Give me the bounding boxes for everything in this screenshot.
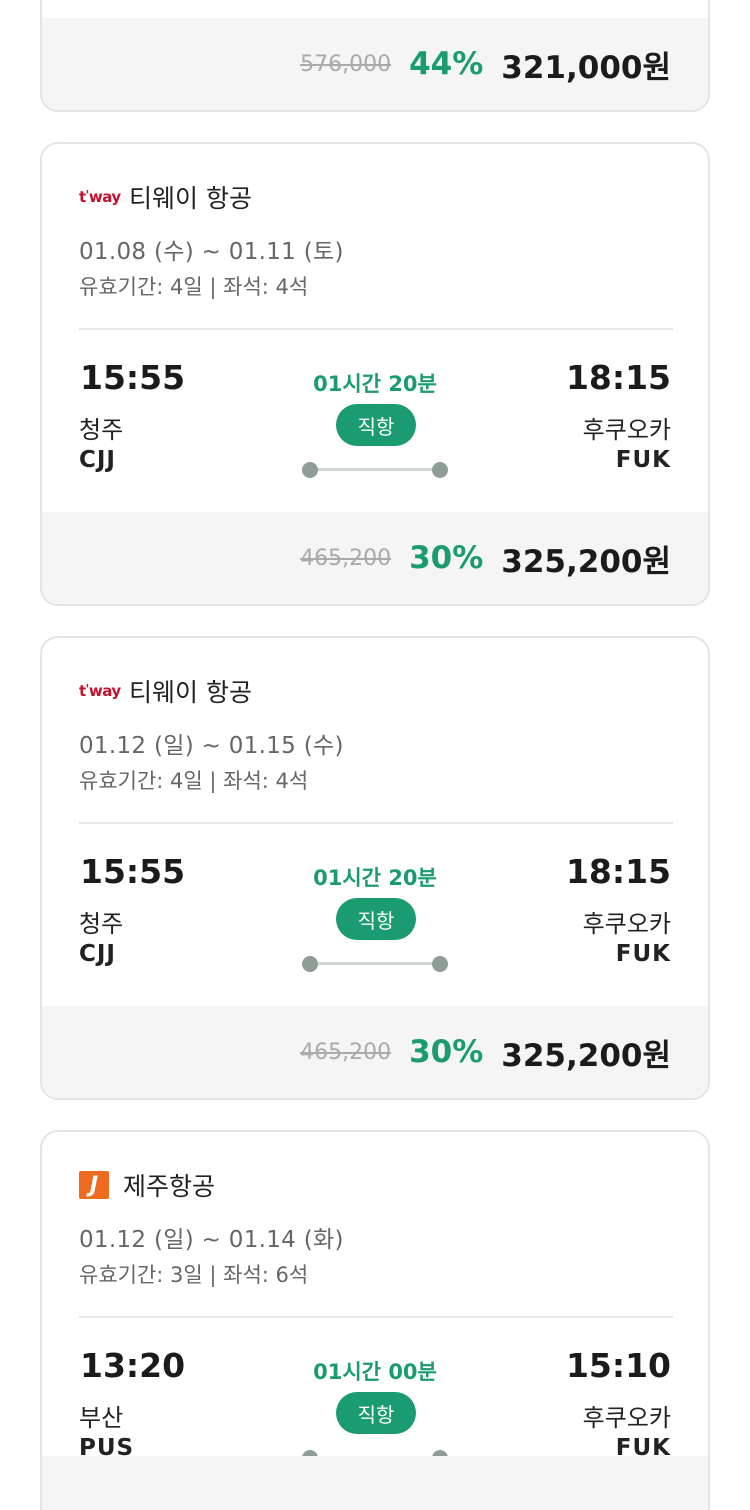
arrival-code: FUK — [615, 447, 671, 473]
airline-header: J 제주항공 — [79, 1168, 215, 1202]
price-bar: 465,200 30% 325,200원 — [42, 512, 708, 604]
sale-price: 325,200원 — [501, 1037, 671, 1074]
original-price: 465,200 — [300, 1039, 392, 1065]
direct-badge: 직항 — [336, 898, 416, 940]
validity-seats: 유효기간: 4일 | 좌석: 4석 — [79, 275, 309, 299]
price-bar — [42, 1456, 708, 1510]
departure-city: 부산 — [79, 1404, 124, 1432]
divider — [79, 1316, 673, 1318]
price-bar: 465,200 30% 325,200원 — [42, 1006, 708, 1098]
departure-city: 청주 — [79, 910, 124, 938]
tway-logo-icon: t'way — [79, 682, 121, 700]
route-end-dot — [432, 462, 448, 478]
sale-price: 321,000원 — [501, 49, 671, 86]
route-line — [310, 468, 440, 471]
discount-rate: 30% — [409, 1034, 484, 1070]
arrival-city: 후쿠오카 — [582, 416, 671, 444]
route-end-dot — [432, 956, 448, 972]
route-line — [310, 962, 440, 965]
travel-dates: 01.12 (일) ~ 01.15 (수) — [79, 733, 344, 759]
discount-rate: 44% — [409, 46, 484, 82]
airline-name: 티웨이 항공 — [129, 678, 252, 707]
route-start-dot — [302, 462, 318, 478]
route-start-dot — [302, 956, 318, 972]
arrival-city: 후쿠오카 — [582, 910, 671, 938]
arrival-city: 후쿠오카 — [582, 1404, 671, 1432]
tway-logo-icon: t'way — [79, 188, 121, 206]
original-price: 576,000 — [300, 51, 392, 77]
airline-name: 제주항공 — [123, 1172, 216, 1201]
airline-header: t'way 티웨이 항공 — [79, 180, 252, 214]
arrival-code: FUK — [615, 941, 671, 967]
divider — [79, 822, 673, 824]
divider — [79, 328, 673, 330]
departure-city: 청주 — [79, 416, 124, 444]
flight-card[interactable]: t'way 티웨이 항공 01.08 (수) ~ 01.11 (토) 유효기간:… — [40, 142, 710, 606]
discount-rate: 30% — [409, 540, 484, 576]
direct-badge: 직항 — [336, 1392, 416, 1434]
original-price: 465,200 — [300, 545, 392, 571]
flight-card[interactable]: t'way 티웨이 항공 01.12 (일) ~ 01.15 (수) 유효기간:… — [40, 636, 710, 1100]
travel-dates: 01.08 (수) ~ 01.11 (토) — [79, 239, 344, 265]
jeju-air-logo-icon: J — [79, 1171, 109, 1199]
flight-card[interactable]: J 제주항공 01.12 (일) ~ 01.14 (화) 유효기간: 3일 | … — [40, 1130, 710, 1510]
airline-name: 티웨이 항공 — [129, 184, 252, 213]
validity-seats: 유효기간: 3일 | 좌석: 6석 — [79, 1263, 309, 1287]
direct-badge: 직항 — [336, 404, 416, 446]
flight-card-partial[interactable]: 576,000 44% 321,000원 — [40, 0, 710, 112]
sale-price: 325,200원 — [501, 543, 671, 580]
arrival-time: 18:15 — [565, 358, 671, 397]
airline-header: t'way 티웨이 항공 — [79, 674, 252, 708]
departure-code: CJJ — [79, 941, 116, 967]
price-bar: 576,000 44% 321,000원 — [42, 18, 708, 110]
departure-code: CJJ — [79, 447, 116, 473]
arrival-time: 18:15 — [565, 852, 671, 891]
validity-seats: 유효기간: 4일 | 좌석: 4석 — [79, 769, 309, 793]
arrival-time: 15:10 — [565, 1346, 671, 1385]
travel-dates: 01.12 (일) ~ 01.14 (화) — [79, 1227, 344, 1253]
